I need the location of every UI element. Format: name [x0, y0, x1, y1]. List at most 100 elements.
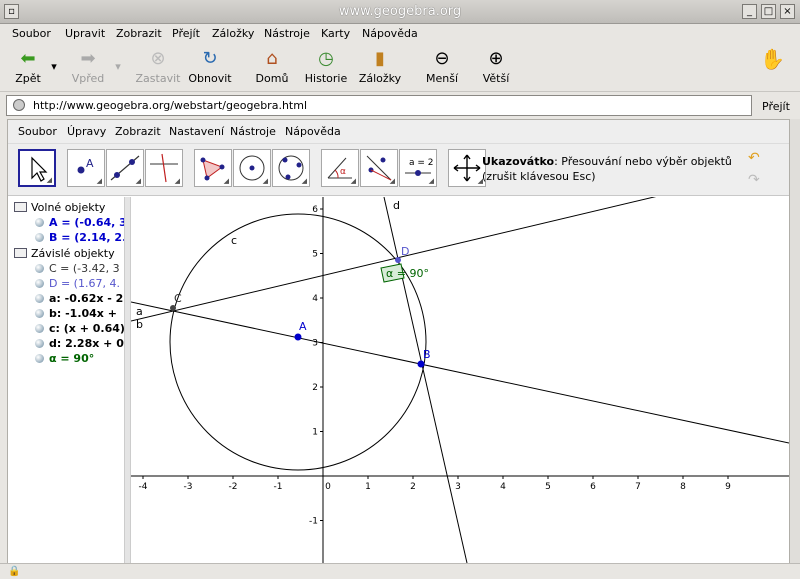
site-icon — [13, 99, 25, 111]
visibility-toggle-icon[interactable] — [35, 294, 44, 303]
menu-nastroje[interactable]: Nástroje — [264, 27, 310, 40]
undo-icon: ↶ — [748, 150, 760, 166]
label-C: C — [174, 292, 182, 305]
geometry-canvas[interactable]: -4 -3 -2 -1 0 1 2 3 4 5 6 7 8 9 -1 1 2 3 4 5 6 C D A B a b … — [131, 197, 789, 563]
minimize-button[interactable]: _ — [742, 4, 757, 19]
x-tick-label: -2 — [229, 482, 238, 492]
circle-tool[interactable]: ◢ — [233, 149, 271, 187]
point-C[interactable] — [170, 305, 176, 311]
geometry-objects: C D A B a b c d α = 90° — [131, 197, 789, 563]
redo-button[interactable]: ↷ — [748, 172, 766, 190]
reflect-tool[interactable]: ◢ — [360, 149, 398, 187]
line-b[interactable] — [131, 301, 789, 444]
y-tick-label: 2 — [312, 383, 318, 393]
point-B[interactable] — [417, 360, 425, 368]
point-A[interactable] — [294, 333, 302, 341]
y-axis-ticks: -1 1 2 3 4 5 6 — [309, 205, 323, 527]
menu-soubor[interactable]: Soubor — [12, 27, 51, 40]
visibility-toggle-icon[interactable] — [35, 339, 44, 348]
gg-menu-zobrazit[interactable]: Zobrazit — [115, 125, 161, 138]
visibility-toggle-icon[interactable] — [35, 218, 44, 227]
algebra-item-angle[interactable]: α = 90° — [35, 352, 94, 365]
bookmark-icon: ▮ — [375, 48, 385, 69]
slider-tool[interactable]: a = 2 ◢ — [399, 149, 437, 187]
menu-karty[interactable]: Karty — [321, 27, 350, 40]
label-line-a: a — [136, 305, 143, 318]
polygon-tool[interactable]: ◢ — [194, 149, 232, 187]
history-clock-icon: ◷ — [318, 48, 334, 69]
go-button[interactable]: Přejít — [762, 100, 790, 113]
new-point-tool[interactable]: A ◢ — [67, 149, 105, 187]
visibility-toggle-icon[interactable] — [35, 354, 44, 363]
bookmarks-button[interactable]: ▮ Záložky — [358, 48, 402, 85]
zoom-out-button[interactable]: ⊖ Menší — [424, 48, 460, 85]
gg-menu-soubor[interactable]: Soubor — [18, 125, 57, 138]
line-d[interactable] — [383, 197, 468, 563]
window-menu-button[interactable]: ▫ — [4, 4, 19, 19]
window-title: www.geogebra.org — [338, 4, 462, 19]
x-tick-label: 9 — [725, 482, 731, 492]
circle-three-points-tool[interactable]: ◢ — [272, 149, 310, 187]
tool-description: Ukazovátko: Přesouvání nebo výběr objekt… — [482, 155, 732, 183]
visibility-toggle-icon[interactable] — [35, 324, 44, 333]
algebra-item-C[interactable]: C = (-3.42, 3 — [35, 262, 120, 275]
svg-text:a = 2: a = 2 — [409, 158, 434, 168]
home-button[interactable]: ⌂ Domů — [254, 48, 290, 85]
menu-zalozky[interactable]: Záložky — [212, 27, 254, 40]
window-titlebar: www.geogebra.org ▫ _ □ × — [0, 0, 800, 24]
circle-c[interactable] — [169, 213, 427, 471]
algebra-item-B[interactable]: B = (2.14, 2. — [35, 231, 124, 244]
visibility-toggle-icon[interactable] — [35, 233, 44, 242]
graphics-view[interactable]: -4 -3 -2 -1 0 1 2 3 4 5 6 7 8 9 -1 1 2 3 4 5 6 C D A B a b … — [131, 197, 789, 563]
angle-tool[interactable]: α ◢ — [321, 149, 359, 187]
menu-upravit[interactable]: Upravit — [65, 27, 105, 40]
y-tick-label: 4 — [312, 294, 318, 304]
menu-napoveda[interactable]: Nápověda — [362, 27, 418, 40]
move-tool[interactable]: ◢ — [18, 149, 56, 187]
undo-button[interactable]: ↶ — [748, 150, 766, 168]
zoom-in-button[interactable]: ⊕ Větší — [478, 48, 514, 85]
visibility-toggle-icon[interactable] — [35, 309, 44, 318]
chevron-down-icon: ▾ — [51, 60, 57, 73]
visibility-toggle-icon[interactable] — [35, 264, 44, 273]
line-tool[interactable]: ◢ — [106, 149, 144, 187]
reload-button[interactable]: ↻ Obnovit — [188, 48, 232, 85]
redo-icon: ↷ — [748, 172, 760, 188]
gg-menu-napoveda[interactable]: Nápověda — [285, 125, 341, 138]
dependent-objects-folder[interactable]: Závislé objekty — [14, 247, 115, 260]
forward-history-dropdown[interactable]: ▾ — [112, 60, 124, 73]
back-button[interactable]: ⬅ Zpět — [10, 48, 46, 85]
line-a[interactable] — [131, 197, 789, 322]
maximize-button[interactable]: □ — [761, 4, 776, 19]
algebra-item-circle-c[interactable]: c: (x + 0.64)² — [35, 322, 124, 335]
navigation-toolbar: ⬅ Zpět ▾ ➡ Vpřed ▾ ⊗ Zastavit ↻ Obnovit … — [0, 44, 800, 92]
gg-menu-upravy[interactable]: Úpravy — [67, 125, 106, 138]
move-graphics-view-tool[interactable]: ◢ — [448, 149, 486, 187]
label-D: D — [401, 245, 409, 258]
url-input[interactable]: http://www.geogebra.org/webstart/geogebr… — [6, 95, 752, 116]
label-angle: α = 90° — [386, 267, 429, 280]
gg-menu-nastaveni[interactable]: Nastavení — [169, 125, 224, 138]
close-button[interactable]: × — [780, 4, 795, 19]
stop-button[interactable]: ⊗ Zastavit — [134, 48, 182, 85]
algebra-item-line-a[interactable]: a: -0.62x - 2 — [35, 292, 123, 305]
algebra-item-D[interactable]: D = (1.67, 4. — [35, 277, 120, 290]
menu-prejit[interactable]: Přejít — [172, 27, 200, 40]
history-button[interactable]: ◷ Historie — [304, 48, 348, 85]
home-icon: ⌂ — [266, 48, 278, 69]
algebra-item-line-d[interactable]: d: 2.28x + 0. — [35, 337, 124, 350]
algebra-item-A[interactable]: A = (-0.64, 3 — [35, 216, 124, 229]
label-line-b: b — [136, 318, 143, 331]
free-objects-folder[interactable]: Volné objekty — [14, 201, 105, 214]
forward-button[interactable]: ➡ Vpřed — [70, 48, 106, 85]
view-splitter[interactable] — [124, 197, 131, 563]
page-scrollbar[interactable] — [790, 119, 800, 564]
perpendicular-line-tool[interactable]: ◢ — [145, 149, 183, 187]
gg-menu-nastroje[interactable]: Nástroje — [230, 125, 276, 138]
x-tick-label: 0 — [325, 482, 331, 492]
algebra-item-line-b[interactable]: b: -1.04x + — [35, 307, 117, 320]
visibility-toggle-icon[interactable] — [35, 279, 44, 288]
menu-zobrazit[interactable]: Zobrazit — [116, 27, 162, 40]
back-history-dropdown[interactable]: ▾ — [48, 60, 60, 73]
x-tick-label: 1 — [365, 482, 371, 492]
